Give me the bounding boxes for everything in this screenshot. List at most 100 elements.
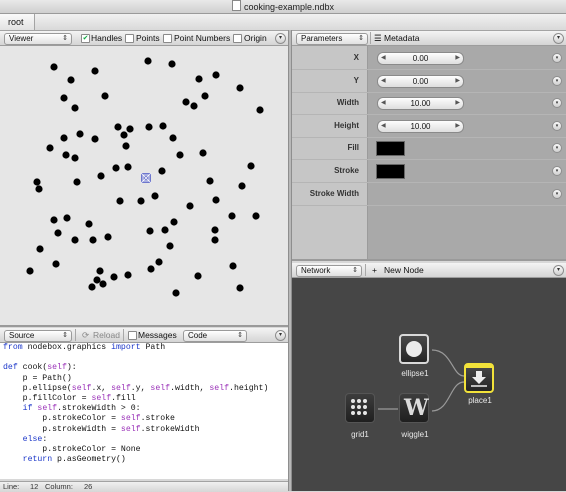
param-row-stroke-width: Stroke Width ▾ bbox=[292, 183, 566, 206]
decrement-icon[interactable]: ◀ bbox=[381, 53, 386, 64]
canvas-dot bbox=[124, 163, 132, 171]
metadata-icon[interactable]: ☰ bbox=[374, 31, 382, 45]
canvas-dot bbox=[182, 98, 190, 106]
network-connections bbox=[378, 349, 465, 412]
network-canvas[interactable]: ellipse1 place1 grid1 W wiggle1 bbox=[292, 278, 566, 491]
canvas-dot bbox=[158, 167, 166, 175]
param-fill-menu-button[interactable]: ▾ bbox=[552, 143, 562, 153]
canvas-dot bbox=[120, 131, 128, 139]
param-stroke-width-menu-button[interactable]: ▾ bbox=[552, 189, 562, 199]
param-x-field[interactable]: ◀ 0.00 ▶ bbox=[377, 52, 464, 65]
horizontal-splitter[interactable] bbox=[292, 259, 566, 261]
canvas-dot bbox=[97, 172, 105, 180]
fill-color-swatch[interactable] bbox=[376, 141, 405, 156]
decrement-icon[interactable]: ◀ bbox=[381, 98, 386, 109]
increment-icon[interactable]: ▶ bbox=[455, 76, 460, 87]
param-x-menu-button[interactable]: ▾ bbox=[552, 53, 562, 63]
param-x-value: 0.00 bbox=[412, 54, 429, 63]
node-ellipse1[interactable] bbox=[399, 334, 429, 364]
canvas-dot bbox=[144, 57, 152, 65]
grid-icon-dot bbox=[351, 411, 355, 415]
point-numbers-label: Point Numbers bbox=[174, 33, 231, 43]
canvas-dot bbox=[71, 236, 79, 244]
param-y-field[interactable]: ◀ 0.00 ▶ bbox=[377, 75, 464, 88]
updown-arrows-icon: ⇕ bbox=[62, 332, 68, 339]
canvas-dot bbox=[228, 212, 236, 220]
canvas-dot bbox=[93, 276, 101, 284]
canvas-dot bbox=[247, 162, 255, 170]
new-node-button[interactable]: New Node bbox=[384, 263, 424, 277]
reload-button[interactable]: Reload bbox=[93, 328, 120, 342]
param-height-field[interactable]: ◀ 10.00 ▶ bbox=[377, 120, 464, 133]
messages-label: Messages bbox=[138, 330, 177, 340]
decrement-icon[interactable]: ◀ bbox=[381, 76, 386, 87]
reload-icon[interactable]: ⟳ bbox=[82, 328, 89, 342]
breadcrumb-root[interactable]: root bbox=[0, 14, 35, 30]
node-label-wiggle1: wiggle1 bbox=[401, 430, 429, 439]
canvas-dot bbox=[168, 60, 176, 68]
param-width-field[interactable]: ◀ 10.00 ▶ bbox=[377, 97, 464, 110]
node-wiggle1[interactable]: W bbox=[399, 393, 429, 423]
node-grid1[interactable] bbox=[345, 393, 375, 423]
source-dropdown[interactable]: Source ⇕ bbox=[4, 330, 72, 342]
grid-icon-dot bbox=[363, 399, 367, 403]
param-y-value: 0.00 bbox=[412, 77, 429, 86]
canvas-dot bbox=[238, 182, 246, 190]
viewer-dropdown[interactable]: Viewer ⇕ bbox=[4, 33, 72, 45]
param-y-menu-button[interactable]: ▾ bbox=[552, 76, 562, 86]
metadata-button[interactable]: Metadata bbox=[384, 31, 419, 45]
param-width-menu-button[interactable]: ▾ bbox=[552, 98, 562, 108]
origin-checkbox[interactable] bbox=[233, 34, 242, 43]
stroke-color-swatch[interactable] bbox=[376, 164, 405, 179]
canvas-dot bbox=[101, 92, 109, 100]
canvas-dot bbox=[186, 202, 194, 210]
point-numbers-checkbox[interactable] bbox=[163, 34, 172, 43]
canvas-dot bbox=[252, 212, 260, 220]
canvas-dot bbox=[96, 267, 104, 275]
param-label-width: Width bbox=[336, 98, 359, 107]
code-dropdown[interactable]: Code ⇕ bbox=[183, 330, 247, 342]
parameters-dropdown[interactable]: Parameters ⇕ bbox=[296, 33, 368, 45]
decrement-icon[interactable]: ◀ bbox=[381, 121, 386, 132]
canvas-dot bbox=[36, 245, 44, 253]
canvas-dot bbox=[54, 229, 62, 237]
ellipse-icon bbox=[406, 341, 422, 357]
increment-icon[interactable]: ▶ bbox=[455, 98, 460, 109]
param-stroke-menu-button[interactable]: ▾ bbox=[552, 166, 562, 176]
viewer-canvas[interactable] bbox=[0, 46, 288, 325]
document-icon bbox=[231, 0, 241, 11]
param-label-height: Height bbox=[334, 121, 359, 130]
canvas-dot bbox=[147, 265, 155, 273]
increment-icon[interactable]: ▶ bbox=[455, 121, 460, 132]
window-title: cooking-example.ndbx bbox=[243, 2, 335, 12]
node-place1[interactable] bbox=[464, 363, 494, 393]
grid-icon-dot bbox=[363, 405, 367, 409]
horizontal-splitter[interactable] bbox=[0, 325, 288, 327]
canvas-dot bbox=[89, 236, 97, 244]
canvas-dot bbox=[211, 226, 219, 234]
points-checkbox[interactable] bbox=[125, 34, 134, 43]
viewer-menu-button[interactable]: ▾ bbox=[275, 33, 286, 44]
viewer-drawing bbox=[26, 57, 264, 297]
network-menu-button[interactable]: ▾ bbox=[553, 265, 564, 276]
param-height-menu-button[interactable]: ▾ bbox=[552, 121, 562, 131]
canvas-dot bbox=[52, 260, 60, 268]
param-height-value: 10.00 bbox=[410, 122, 431, 131]
increment-icon[interactable]: ▶ bbox=[455, 53, 460, 64]
canvas-dot bbox=[114, 123, 122, 131]
grid-icon-dot bbox=[351, 405, 355, 409]
source-menu-button[interactable]: ▾ bbox=[275, 330, 286, 341]
handles-checkbox[interactable]: ✔ bbox=[81, 34, 90, 43]
canvas-dot bbox=[91, 135, 99, 143]
code-editor[interactable]: from nodebox.graphics import Path def co… bbox=[0, 343, 288, 479]
canvas-dot bbox=[76, 130, 84, 138]
parameters-menu-button[interactable]: ▾ bbox=[553, 33, 564, 44]
plus-icon[interactable]: + bbox=[372, 263, 377, 277]
canvas-dot bbox=[170, 218, 178, 226]
canvas-dot bbox=[50, 216, 58, 224]
messages-checkbox[interactable] bbox=[128, 331, 137, 340]
selection-handle-icon[interactable] bbox=[140, 172, 152, 184]
network-dropdown[interactable]: Network ⇕ bbox=[296, 265, 362, 277]
points-label: Points bbox=[136, 33, 160, 43]
toolbar-divider bbox=[123, 329, 124, 341]
